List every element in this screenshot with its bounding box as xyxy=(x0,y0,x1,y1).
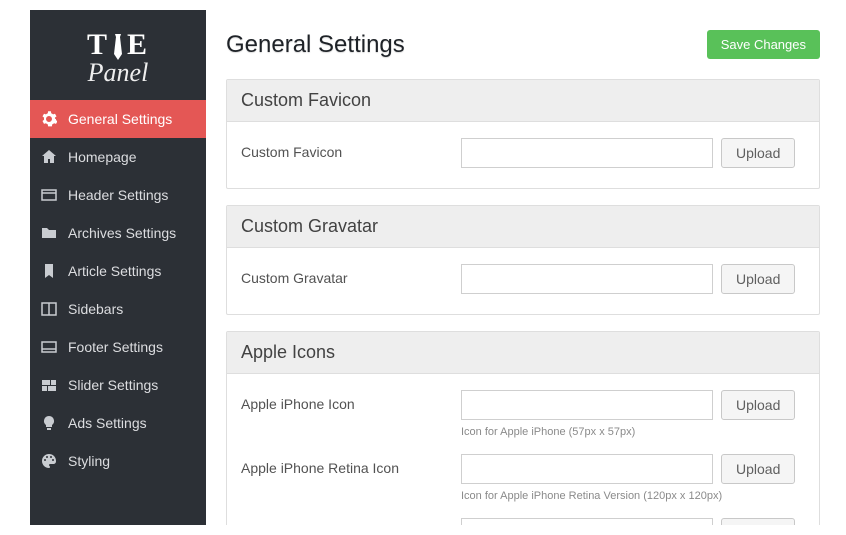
upload-button[interactable]: Upload xyxy=(721,138,795,168)
apple-icon-input[interactable] xyxy=(461,454,713,484)
brand-subtitle: Panel xyxy=(30,58,206,88)
sidebar-nav: General Settings Homepage Header Settings A… xyxy=(30,100,206,480)
home-icon xyxy=(40,148,58,166)
helper-text: Icon for Apple iPhone (57px x 57px) xyxy=(461,426,805,438)
section-apple-icons: Apple Icons Apple iPhone Icon Upload Icon … xyxy=(226,331,820,525)
upload-button[interactable]: Upload xyxy=(721,454,795,484)
apple-icon-input[interactable] xyxy=(461,390,713,420)
gear-icon xyxy=(40,110,58,128)
sidebar-item-label: Header Settings xyxy=(68,187,168,203)
sidebar: T E Panel General Settings Homepage Header… xyxy=(30,10,206,525)
layout-bottom-icon xyxy=(40,338,58,356)
slider-icon xyxy=(40,376,58,394)
sidebar-item-sidebars[interactable]: Sidebars xyxy=(30,290,206,328)
upload-button[interactable]: Upload xyxy=(721,390,795,420)
sidebar-item-header-settings[interactable]: Header Settings xyxy=(30,176,206,214)
sidebar-item-label: Footer Settings xyxy=(68,339,163,355)
columns-icon xyxy=(40,300,58,318)
sidebar-item-article-settings[interactable]: Article Settings xyxy=(30,252,206,290)
sidebar-item-label: Archives Settings xyxy=(68,225,176,241)
tie-icon xyxy=(111,34,125,60)
section-title: Custom Gravatar xyxy=(227,206,819,248)
brand-letter: T xyxy=(87,28,109,62)
sidebar-item-general-settings[interactable]: General Settings xyxy=(30,100,206,138)
upload-button[interactable]: Upload xyxy=(721,264,795,294)
sidebar-item-label: Slider Settings xyxy=(68,377,158,393)
section-title: Apple Icons xyxy=(227,332,819,374)
gravatar-input[interactable] xyxy=(461,264,713,294)
sidebar-item-label: General Settings xyxy=(68,111,172,127)
favicon-input[interactable] xyxy=(461,138,713,168)
field-label: Apple iPhone Retina Icon xyxy=(241,454,461,476)
helper-text: Icon for Apple iPhone Retina Version (12… xyxy=(461,490,805,502)
main-content: General Settings Save Changes Custom Fav… xyxy=(206,10,840,525)
field-row: Apple iPhone Icon Upload Icon for Apple iP… xyxy=(241,384,805,448)
brand-letter: E xyxy=(127,28,149,62)
field-row: Apple iPhone Retina Icon Upload Icon for A… xyxy=(241,448,805,512)
save-changes-button[interactable]: Save Changes xyxy=(707,30,820,59)
sidebar-item-label: Article Settings xyxy=(68,263,161,279)
field-row: Apple iPad IconUploadIcon for Apple iPho… xyxy=(241,512,805,525)
sidebar-item-label: Ads Settings xyxy=(68,415,147,431)
field-row: Custom Favicon Upload xyxy=(241,132,805,178)
section-custom-favicon: Custom Favicon Custom Favicon Upload xyxy=(226,79,820,189)
upload-button[interactable]: Upload xyxy=(721,518,795,525)
field-label: Custom Gravatar xyxy=(241,264,461,286)
sidebar-item-label: Styling xyxy=(68,453,110,469)
palette-icon xyxy=(40,452,58,470)
bookmark-icon xyxy=(40,262,58,280)
page-header: General Settings Save Changes xyxy=(226,30,820,59)
sidebar-item-label: Homepage xyxy=(68,149,137,165)
sidebar-item-label: Sidebars xyxy=(68,301,123,317)
folder-icon xyxy=(40,224,58,242)
sidebar-item-slider-settings[interactable]: Slider Settings xyxy=(30,366,206,404)
field-label: Custom Favicon xyxy=(241,138,461,160)
brand-logo: T E Panel xyxy=(30,10,206,100)
sidebar-item-footer-settings[interactable]: Footer Settings xyxy=(30,328,206,366)
sidebar-item-archives-settings[interactable]: Archives Settings xyxy=(30,214,206,252)
lightbulb-icon xyxy=(40,414,58,432)
sidebar-item-ads-settings[interactable]: Ads Settings xyxy=(30,404,206,442)
section-custom-gravatar: Custom Gravatar Custom Gravatar Upload xyxy=(226,205,820,315)
field-label: Apple iPad Icon xyxy=(241,518,461,525)
sidebar-item-homepage[interactable]: Homepage xyxy=(30,138,206,176)
section-title: Custom Favicon xyxy=(227,80,819,122)
layout-row-icon xyxy=(40,186,58,204)
sidebar-item-styling[interactable]: Styling xyxy=(30,442,206,480)
field-label: Apple iPhone Icon xyxy=(241,390,461,412)
apple-icon-input[interactable] xyxy=(461,518,713,525)
page-title: General Settings xyxy=(226,31,405,59)
field-row: Custom Gravatar Upload xyxy=(241,258,805,304)
